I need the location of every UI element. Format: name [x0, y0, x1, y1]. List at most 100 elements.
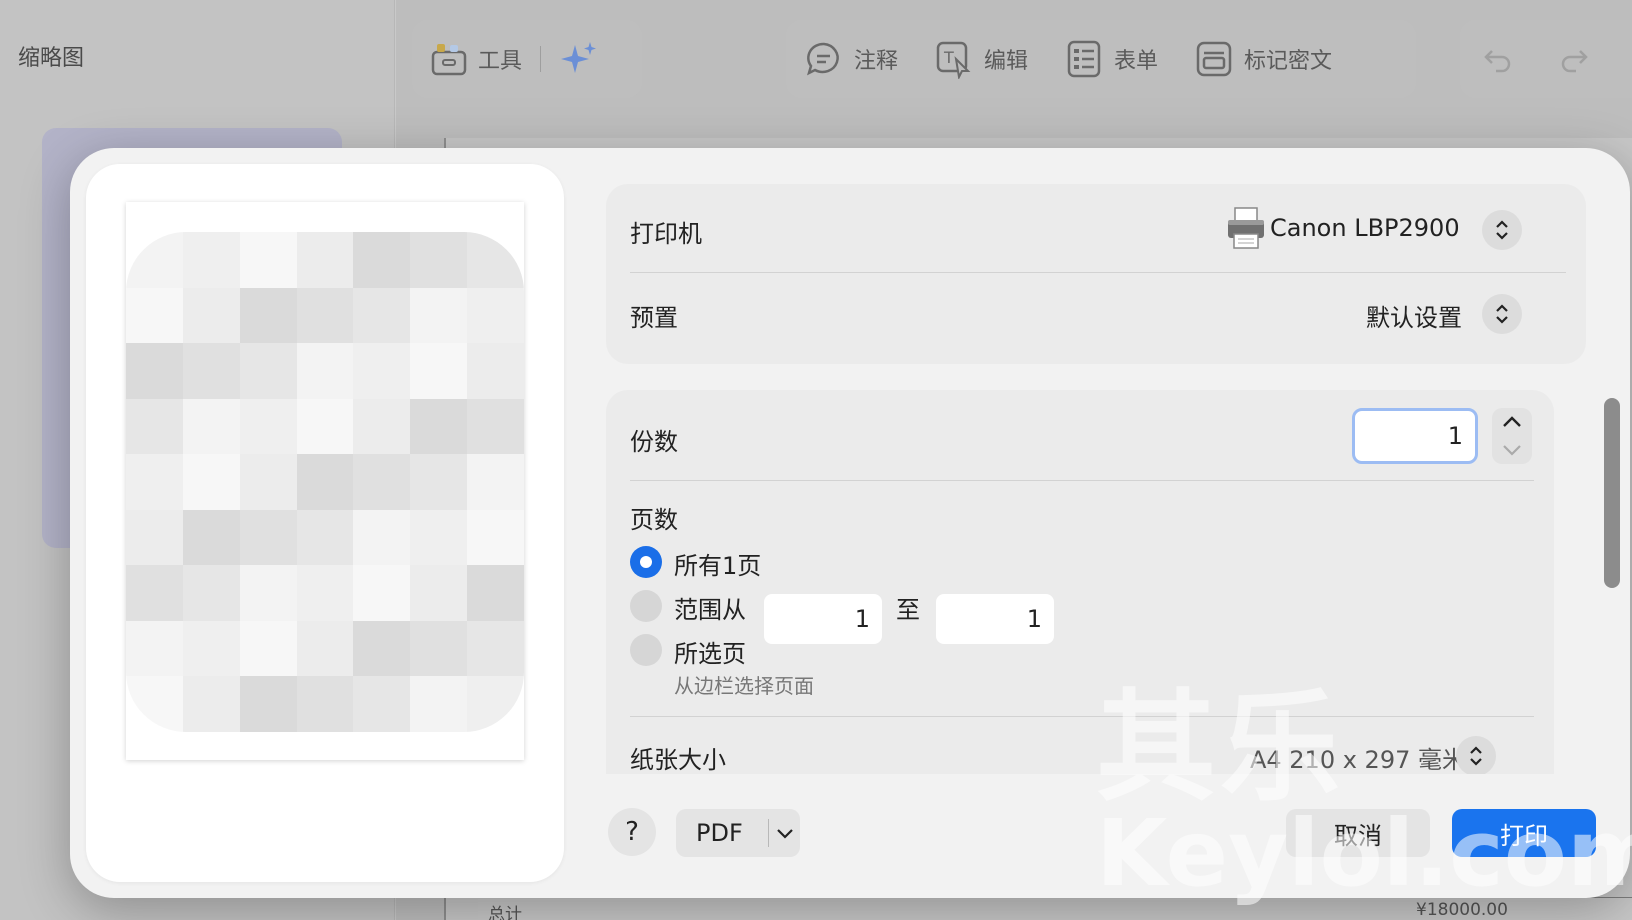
pages-selected-label[interactable]: 所选页 — [674, 634, 746, 669]
copies-pages-card: 份数 1 页数 所有1页 范围从 1 至 1 所选页 从边栏选择页面 纸张大小 … — [606, 390, 1554, 774]
print-button[interactable]: 打印 — [1452, 809, 1596, 857]
sidebar-title: 缩略图 — [18, 46, 85, 71]
mosaic-cell — [239, 676, 297, 732]
mosaic-cell — [126, 287, 183, 344]
copies-input[interactable]: 1 — [1352, 408, 1478, 464]
chevron-up-icon[interactable] — [1492, 408, 1532, 436]
copies-label: 份数 — [630, 428, 678, 456]
paper-size-popup-button[interactable] — [1456, 736, 1496, 774]
text-cursor-icon: T — [936, 41, 971, 79]
mosaic-cell — [467, 454, 524, 510]
printer-label: 打印机 — [630, 220, 702, 248]
mosaic-cell — [126, 343, 183, 399]
pages-selected-hint: 从边栏选择页面 — [674, 674, 814, 698]
redact-label: 标记密文 — [1244, 49, 1333, 74]
mosaic-cell — [182, 232, 240, 288]
mosaic-cell — [410, 343, 468, 399]
printer-card: 打印机 Canon LBP2900 预置 默认设置 — [606, 184, 1586, 364]
mosaic-cell — [410, 620, 468, 677]
settings-scroll-area[interactable]: 打印机 Canon LBP2900 预置 默认设置 份数 1 页数 所有1页 范… — [606, 184, 1606, 774]
mosaic-cell — [353, 509, 411, 566]
edit-button[interactable]: T 编辑 — [916, 39, 1046, 79]
pages-range-label[interactable]: 范围从 — [674, 590, 746, 625]
divider — [630, 480, 1534, 481]
mosaic-cell — [353, 398, 411, 455]
mosaic-cell — [126, 620, 183, 677]
settings-scrollbar-thumb[interactable] — [1604, 398, 1620, 588]
mosaic-cell — [182, 454, 240, 510]
mosaic-cell — [239, 398, 297, 455]
table-total-label: 总计 — [488, 905, 522, 920]
annotate-label: 注释 — [854, 49, 899, 74]
copies-stepper[interactable] — [1492, 408, 1532, 464]
presets-value[interactable]: 默认设置 — [1306, 298, 1462, 333]
redo-button[interactable] — [1536, 43, 1612, 75]
pages-all-radio[interactable] — [630, 546, 662, 578]
comment-icon — [807, 42, 839, 76]
svg-text:T: T — [943, 48, 954, 67]
sparkle-icon — [561, 42, 597, 73]
tools-button[interactable]: 工具 — [412, 40, 540, 78]
mosaic-cell — [182, 343, 240, 399]
mosaic-cell — [126, 509, 183, 566]
chevron-down-icon[interactable] — [1492, 436, 1532, 464]
pages-label: 页数 — [630, 506, 678, 534]
divider — [630, 272, 1566, 273]
mosaic-cell — [296, 676, 354, 732]
pages-all-label[interactable]: 所有1页 — [674, 546, 761, 581]
mosaic-cell — [182, 620, 240, 677]
mosaic-cell — [126, 454, 183, 510]
redact-icon — [1196, 41, 1232, 77]
pdf-menu-button[interactable]: PDF — [676, 809, 800, 857]
pdf-label[interactable]: PDF — [676, 819, 768, 847]
mosaic-cell — [239, 620, 297, 677]
mosaic-cell — [182, 398, 240, 455]
up-down-chevron-icon — [1496, 220, 1508, 240]
redo-icon — [1561, 50, 1588, 73]
pages-range-radio[interactable] — [630, 590, 662, 622]
ai-sparkle-button[interactable] — [541, 39, 617, 79]
range-to-label: 至 — [896, 596, 920, 624]
undo-button[interactable] — [1460, 43, 1536, 75]
presets-popup-button[interactable] — [1482, 294, 1522, 334]
up-down-chevron-icon — [1470, 746, 1482, 766]
mosaic-cell — [182, 676, 240, 732]
mosaic-cell — [410, 565, 468, 621]
form-button[interactable]: 表单 — [1046, 39, 1176, 79]
paper-size-value[interactable]: A4 210 x 297 毫米 — [1166, 740, 1466, 774]
annotate-button[interactable]: 注释 — [786, 39, 916, 79]
paper-size-label: 纸张大小 — [630, 746, 726, 774]
mosaic-cell — [410, 398, 468, 455]
chevron-down-icon[interactable] — [769, 826, 800, 840]
history-toolbar-group — [1460, 20, 1632, 98]
form-label: 表单 — [1114, 49, 1159, 74]
mosaic-cell — [182, 509, 240, 566]
toolbox-icon — [431, 44, 467, 76]
mosaic-cell — [353, 620, 411, 677]
printer-popup-button[interactable] — [1482, 210, 1522, 250]
print-dialog: 打印机 Canon LBP2900 预置 默认设置 份数 1 页数 所有1页 范… — [70, 148, 1630, 898]
mosaic-cell — [239, 509, 297, 566]
mosaic-cell — [410, 232, 468, 288]
mosaic-cell — [467, 620, 524, 677]
pages-selected-radio[interactable] — [630, 634, 662, 666]
mosaic-cell — [126, 232, 183, 288]
range-from-input[interactable]: 1 — [764, 594, 882, 644]
mosaic-cell — [239, 232, 297, 288]
mosaic-cell — [296, 509, 354, 566]
mosaic-cell — [296, 232, 354, 288]
mosaic-cell — [467, 287, 524, 344]
divider — [630, 716, 1534, 717]
help-button[interactable]: ? — [608, 808, 656, 856]
printer-value[interactable]: Canon LBP2900 — [1270, 214, 1462, 242]
redact-button[interactable]: 标记密文 — [1176, 39, 1350, 79]
cancel-button[interactable]: 取消 — [1286, 809, 1430, 857]
range-to-input[interactable]: 1 — [936, 594, 1054, 644]
presets-label: 预置 — [630, 304, 678, 332]
mosaic-cell — [296, 343, 354, 399]
mosaic-cell — [126, 398, 183, 455]
mosaic-cell — [467, 343, 524, 399]
mosaic-cell — [182, 565, 240, 621]
mosaic-cell — [353, 676, 411, 732]
mosaic-cell — [410, 454, 468, 510]
